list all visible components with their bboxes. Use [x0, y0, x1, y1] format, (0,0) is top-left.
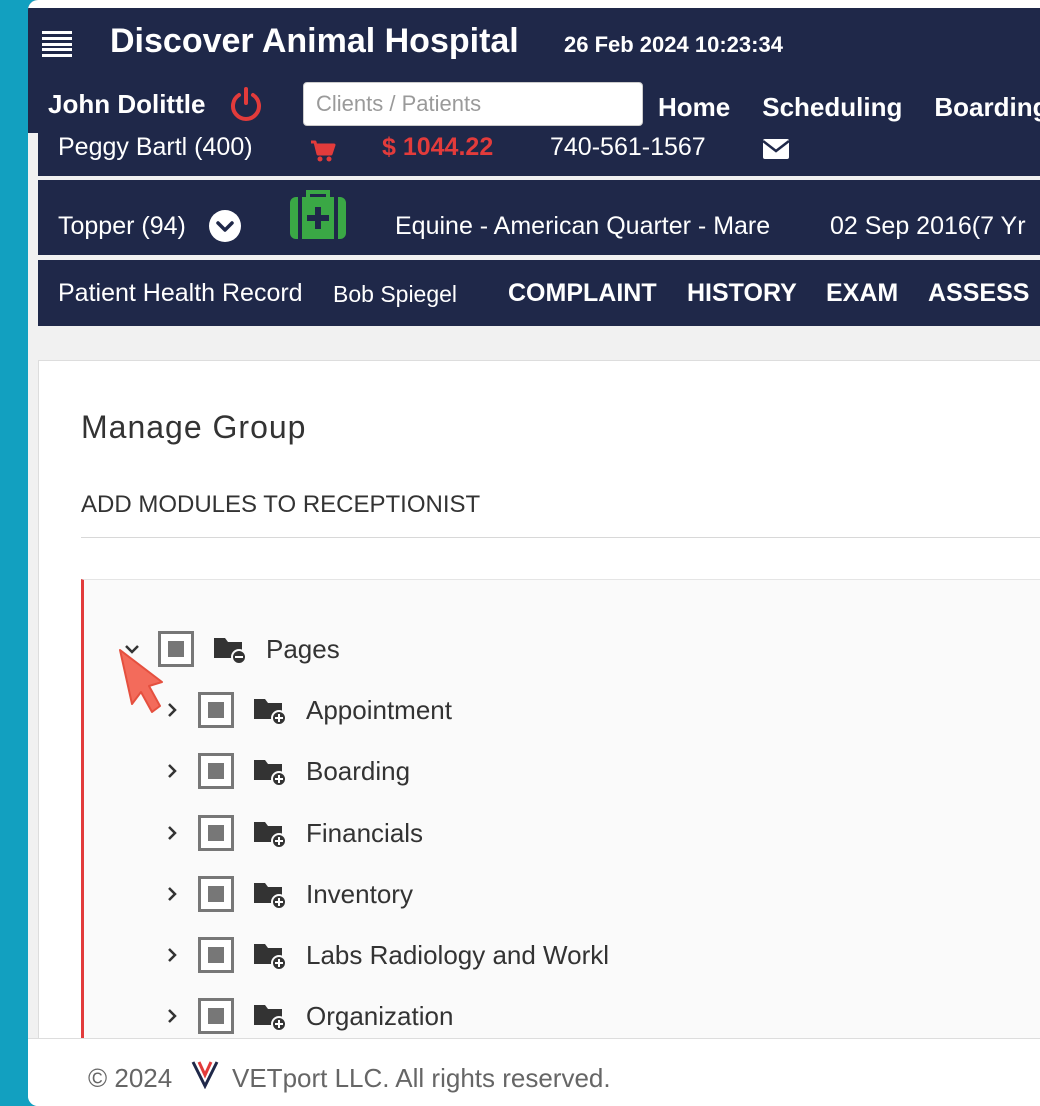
chevron-down-icon[interactable]	[208, 209, 242, 243]
chevron-right-icon[interactable]	[162, 884, 182, 904]
tree-node-labs[interactable]: Labs Radiology and Workl	[162, 935, 609, 975]
tree-node-organization[interactable]: Organization	[162, 996, 453, 1036]
tree-node-financials[interactable]: Financials	[162, 813, 423, 853]
record-bar: Patient Health Record Bob Spiegel COMPLA…	[38, 260, 1040, 326]
user-name[interactable]: John Dolittle	[48, 89, 205, 120]
medical-kit-icon[interactable]	[288, 189, 348, 241]
nav-scheduling[interactable]: Scheduling	[762, 92, 902, 123]
power-icon[interactable]	[228, 86, 264, 122]
company-rights: VETport LLC. All rights reserved.	[232, 1063, 611, 1093]
manage-group-card: Manage Group ADD MODULES TO RECEPTIONIST…	[38, 360, 1040, 1079]
client-phone[interactable]: 740-561-1567	[550, 133, 706, 162]
folder-plus-icon	[254, 699, 287, 726]
patient-name[interactable]: Topper (94)	[58, 212, 186, 241]
folder-minus-icon	[214, 638, 247, 665]
page-title: Manage Group	[81, 409, 307, 445]
tree-label: Pages	[266, 633, 340, 664]
client-balance: $ 1044.22	[382, 133, 494, 161]
nav-home[interactable]: Home	[658, 92, 730, 123]
tree-node-boarding[interactable]: Boarding	[162, 751, 410, 791]
checkbox-organization[interactable]	[198, 998, 234, 1034]
tree-node-inventory[interactable]: Inventory	[162, 874, 413, 914]
tree-label: Labs Radiology and Workl	[306, 939, 610, 970]
app-window: Discover Animal Hospital 26 Feb 2024 10:…	[28, 0, 1040, 1106]
tree-node-appointment[interactable]: Appointment	[162, 690, 452, 730]
tab-assess[interactable]: ASSESS	[928, 279, 1029, 308]
checkbox-financials[interactable]	[198, 815, 234, 851]
top-bar: Discover Animal Hospital 26 Feb 2024 10:…	[28, 0, 1040, 133]
checkbox-boarding[interactable]	[198, 753, 234, 789]
checkbox-labs[interactable]	[198, 937, 234, 973]
tree-label: Inventory	[306, 878, 413, 909]
cart-icon[interactable]	[310, 139, 336, 163]
module-tree: Pages Appointment Boarding Financials In…	[81, 579, 1040, 1079]
folder-plus-icon	[254, 883, 287, 910]
folder-plus-icon	[254, 944, 287, 971]
folder-plus-icon	[254, 1005, 287, 1032]
record-title: Patient Health Record	[58, 279, 303, 307]
search-input[interactable]	[303, 82, 643, 126]
tree-label: Financials	[306, 817, 424, 848]
arrow-pointer-icon	[119, 649, 163, 713]
patient-bar: Topper (94) Equine - American Quarter - …	[38, 180, 1040, 255]
tree-label: Appointment	[306, 694, 452, 725]
client-name[interactable]: Peggy Bartl (400)	[58, 133, 253, 162]
nav-boarding[interactable]: Boarding	[934, 92, 1040, 123]
chevron-right-icon[interactable]	[162, 823, 182, 843]
tab-exam[interactable]: EXAM	[826, 279, 898, 308]
tree-label: Boarding	[306, 755, 411, 786]
patient-birthdate: 02 Sep 2016(7 Yr	[830, 212, 1026, 240]
checkbox-appointment[interactable]	[198, 692, 234, 728]
datetime: 26 Feb 2024 10:23:34	[564, 32, 783, 57]
tree-label: Organization	[306, 1000, 454, 1031]
folder-plus-icon	[254, 760, 287, 787]
envelope-icon[interactable]	[762, 138, 790, 160]
main-nav: Home Scheduling Boarding	[658, 92, 1040, 123]
record-doctor: Bob Spiegel	[333, 281, 458, 307]
app-title: Discover Animal Hospital	[110, 22, 519, 60]
client-bar: Peggy Bartl (400) $ 1044.22 740-561-1567	[38, 133, 1040, 176]
tab-complaint[interactable]: COMPLAINT	[508, 279, 657, 308]
tab-history[interactable]: HISTORY	[687, 279, 797, 308]
chevron-right-icon[interactable]	[162, 1006, 182, 1026]
patient-description: Equine - American Quarter - Mare	[395, 212, 771, 240]
folder-plus-icon	[254, 822, 287, 849]
menu-icon[interactable]	[42, 31, 72, 57]
footer: © 2024 VETport LLC. All rights reserved.	[28, 1038, 1040, 1106]
chevron-right-icon[interactable]	[162, 761, 182, 781]
divider	[81, 537, 1040, 538]
section-subtitle: ADD MODULES TO RECEPTIONIST	[81, 491, 481, 518]
vetport-logo	[191, 1061, 219, 1089]
copyright: © 2024	[88, 1063, 173, 1093]
checkbox-inventory[interactable]	[198, 876, 234, 912]
chevron-right-icon[interactable]	[162, 945, 182, 965]
